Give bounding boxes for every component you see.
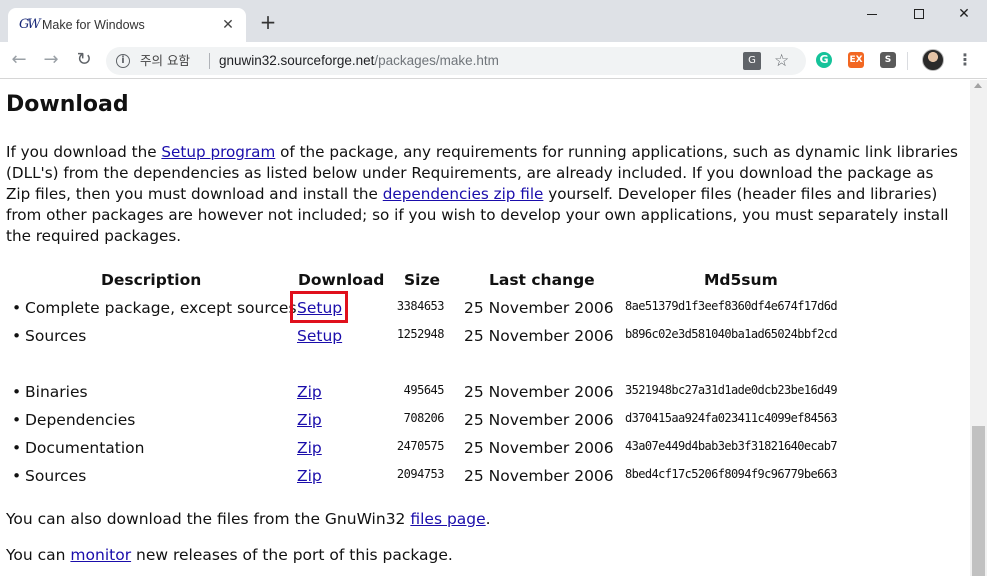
row-md5: b896c02e3d581040ba1ad65024bbf2cd xyxy=(625,327,838,341)
bullet-icon: • xyxy=(12,467,22,485)
row-description-text: Complete package, except sources xyxy=(25,299,297,317)
vertical-scrollbar[interactable] xyxy=(970,80,987,576)
files-page-paragraph: You can also download the files from the… xyxy=(6,509,491,529)
ex-extension-icon[interactable]: EX xyxy=(848,52,864,68)
bullet-icon: • xyxy=(12,383,22,401)
bullet-icon: • xyxy=(12,299,22,317)
toolbar-divider xyxy=(907,52,908,70)
monitor-link[interactable]: monitor xyxy=(70,546,131,564)
browser-tab[interactable]: GW Make for Windows ✕ xyxy=(8,8,246,42)
url-text[interactable]: gnuwin32.sourceforge.net/packages/make.h… xyxy=(219,52,499,70)
row-date: 25 November 2006 xyxy=(464,327,614,345)
maximize-icon xyxy=(914,9,924,19)
table-row-description: • Dependencies xyxy=(12,410,135,430)
back-arrow-icon[interactable]: ← xyxy=(8,49,30,71)
row-md5: 43a07e449d4bab3eb3f31821640ecab7 xyxy=(625,439,838,453)
gnuwin-favicon-icon: GW xyxy=(19,17,41,32)
row-description-text: Sources xyxy=(25,467,87,485)
grammarly-extension-icon[interactable]: G xyxy=(816,52,832,68)
scrollbar-thumb[interactable] xyxy=(972,426,985,576)
address-bar[interactable]: i 주의 요함 gnuwin32.sourceforge.net/package… xyxy=(106,47,806,75)
table-row-description: • Documentation xyxy=(12,438,145,458)
row-date: 25 November 2006 xyxy=(464,439,614,457)
header-description: Description xyxy=(101,271,202,289)
footer-text-1-end: . xyxy=(485,510,491,528)
highlight-box xyxy=(290,291,348,323)
row-size: 495645 xyxy=(403,383,445,397)
minimize-icon xyxy=(867,13,877,15)
intro-paragraph: If you download the Setup program of the… xyxy=(6,142,961,247)
close-window-button[interactable]: ✕ xyxy=(941,3,987,25)
tab-title: Make for Windows xyxy=(42,18,145,32)
footer-text-2-end: new releases of the port of this package… xyxy=(131,546,453,564)
table-row-description: • Complete package, except sources xyxy=(12,298,297,318)
row-size: 2470575 xyxy=(396,439,445,453)
row-size: 2094753 xyxy=(396,467,445,481)
maximize-button[interactable] xyxy=(896,3,942,25)
bookmark-star-icon[interactable]: ☆ xyxy=(774,50,789,72)
bullet-icon: • xyxy=(12,327,22,345)
scroll-up-arrow-icon[interactable] xyxy=(974,83,982,88)
monitor-paragraph: You can monitor new releases of the port… xyxy=(6,545,453,565)
table-row-description: • Sources xyxy=(12,466,86,486)
browser-toolbar: ← → ↻ i 주의 요함 gnuwin32.sourceforge.net/p… xyxy=(0,42,987,79)
download-documentation-zip-link[interactable]: Zip xyxy=(297,438,322,458)
bullet-icon: • xyxy=(12,439,22,457)
row-md5: 8ae51379d1f3eef8360df4e674f17d6d xyxy=(625,299,838,313)
row-date: 25 November 2006 xyxy=(464,383,614,401)
table-row-description: • Binaries xyxy=(12,382,88,402)
row-date: 25 November 2006 xyxy=(464,299,614,317)
download-binaries-zip-link[interactable]: Zip xyxy=(297,382,322,402)
files-page-link[interactable]: files page xyxy=(410,510,485,528)
download-dependencies-zip-link[interactable]: Zip xyxy=(297,410,322,430)
intro-text-1: If you download the xyxy=(6,143,162,161)
row-size: 3384653 xyxy=(396,299,445,313)
dependencies-zip-link[interactable]: dependencies zip file xyxy=(383,185,544,203)
translate-icon[interactable]: G xyxy=(743,52,761,70)
row-description-text: Dependencies xyxy=(25,411,136,429)
download-sources-zip-link[interactable]: Zip xyxy=(297,466,322,486)
title-bar: GW Make for Windows ✕ + ✕ xyxy=(0,0,987,42)
page-content: Download If you download the Setup progr… xyxy=(0,80,970,576)
header-last-change: Last change xyxy=(489,271,595,289)
header-download: Download xyxy=(298,271,385,289)
url-divider xyxy=(209,53,210,69)
row-description-text: Sources xyxy=(25,327,87,345)
profile-avatar[interactable] xyxy=(922,49,944,71)
row-description-text: Binaries xyxy=(25,383,88,401)
url-path: /packages/make.htm xyxy=(374,53,499,68)
table-row-description: • Sources xyxy=(12,326,86,346)
url-host: gnuwin32.sourceforge.net xyxy=(219,53,375,68)
close-tab-icon[interactable]: ✕ xyxy=(220,17,236,33)
row-date: 25 November 2006 xyxy=(464,467,614,485)
row-md5: d370415aa924fa023411c4099ef84563 xyxy=(625,411,838,425)
minimize-button[interactable] xyxy=(849,3,895,25)
row-date: 25 November 2006 xyxy=(464,411,614,429)
header-md5sum: Md5sum xyxy=(704,271,778,289)
forward-arrow-icon[interactable]: → xyxy=(40,49,62,71)
row-md5: 8bed4cf17c5206f8094f9c96779be663 xyxy=(625,467,838,481)
row-md5: 3521948bc27a31d1ade0dcb23be16d49 xyxy=(625,383,838,397)
row-size: 708206 xyxy=(403,411,445,425)
info-icon[interactable]: i xyxy=(116,54,130,68)
menu-kebab-icon[interactable]: ⋮ xyxy=(957,49,973,71)
setup-program-link[interactable]: Setup program xyxy=(161,143,275,161)
footer-text-2: You can xyxy=(6,546,71,564)
row-size: 1252948 xyxy=(396,327,445,341)
security-label[interactable]: 주의 요함 xyxy=(140,52,190,70)
header-size: Size xyxy=(404,271,441,289)
page-heading: Download xyxy=(6,92,129,117)
download-sources-setup-link[interactable]: Setup xyxy=(297,326,342,346)
row-description-text: Documentation xyxy=(25,439,145,457)
footer-text-1: You can also download the files from the… xyxy=(6,510,411,528)
bullet-icon: • xyxy=(12,411,22,429)
new-tab-button[interactable]: + xyxy=(257,11,279,33)
reload-icon[interactable]: ↻ xyxy=(73,49,95,71)
s-extension-icon[interactable]: S xyxy=(880,52,896,68)
